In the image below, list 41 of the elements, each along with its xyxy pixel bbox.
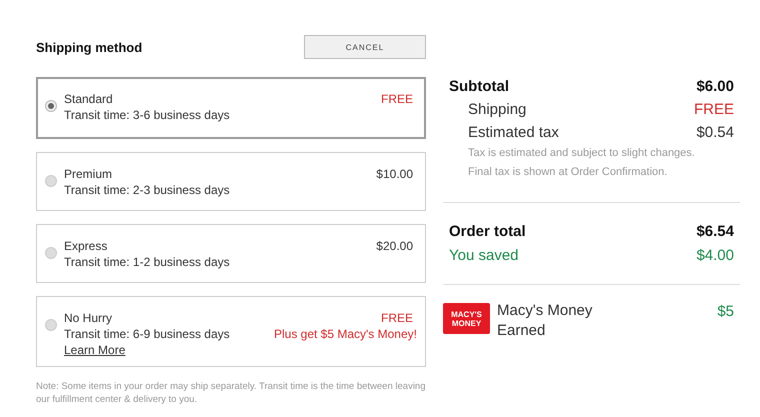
shipping-option-card[interactable]: No Hurry Transit time: 6-9 business days Learn More FREE Plus get $5 Macy's Money! xyxy=(36,296,426,367)
option-name: Standard xyxy=(64,91,114,107)
subtotal-value: $6.00 xyxy=(696,78,734,95)
summary-value: $0.54 xyxy=(696,124,734,141)
section-title: Shipping method xyxy=(36,40,142,54)
rewards-logo: MACY'S MONEY xyxy=(443,303,490,334)
transit-time: Transit time: 3-6 business days xyxy=(64,107,231,123)
tax-note: Tax is estimated and subject to slight changes. xyxy=(468,146,696,161)
savings-label: You saved xyxy=(449,247,519,264)
promo-text: Plus get $5 Macy's Money! xyxy=(274,326,417,342)
cancel-button[interactable]: CANCEL xyxy=(304,35,426,59)
radio-button[interactable] xyxy=(45,247,57,259)
option-name: Premium xyxy=(64,166,114,182)
order-total-label: Order total xyxy=(449,223,526,240)
shipping-option-card[interactable]: Express Transit time: 1-2 business days $20.00 xyxy=(36,224,426,283)
shipping-note: Note: Some items in your order may ship separately. Transit time is the time between leaving our fulfillment center & delivery to you. xyxy=(36,380,426,406)
transit-time: Transit time: 6-9 business days xyxy=(64,326,231,342)
transit-time: Transit time: 2-3 business days xyxy=(64,182,231,198)
summary-value: FREE xyxy=(694,101,734,118)
tax-note: Final tax is shown at Order Confirmation. xyxy=(468,165,668,180)
order-total-value: $6.54 xyxy=(696,223,734,240)
savings-value: $4.00 xyxy=(696,247,734,264)
transit-time: Transit time: 1-2 business days xyxy=(64,254,231,270)
reward-value: $5 xyxy=(717,303,734,320)
learn-more-link[interactable]: Learn More xyxy=(64,342,126,358)
summary-label: Shipping xyxy=(468,101,526,118)
reward-label: Macy's Money xyxy=(497,301,594,321)
reward-label: Earned xyxy=(497,321,546,341)
option-price: $20.00 xyxy=(376,238,413,254)
option-name: No Hurry xyxy=(64,310,114,326)
radio-button[interactable] xyxy=(45,175,57,187)
option-price: FREE xyxy=(380,310,413,326)
summary-label: Estimated tax xyxy=(468,124,559,141)
subtotal-label: Subtotal xyxy=(449,78,509,95)
option-price: $10.00 xyxy=(376,166,413,182)
shipping-option-card[interactable]: Premium Transit time: 2-3 business days $10.00 xyxy=(36,152,426,211)
option-name: Express xyxy=(64,238,108,254)
radio-button[interactable] xyxy=(45,100,57,112)
shipping-option-card[interactable]: Standard Transit time: 3-6 business days FREE xyxy=(36,77,426,139)
radio-button[interactable] xyxy=(45,319,57,331)
option-price: FREE xyxy=(380,91,413,107)
